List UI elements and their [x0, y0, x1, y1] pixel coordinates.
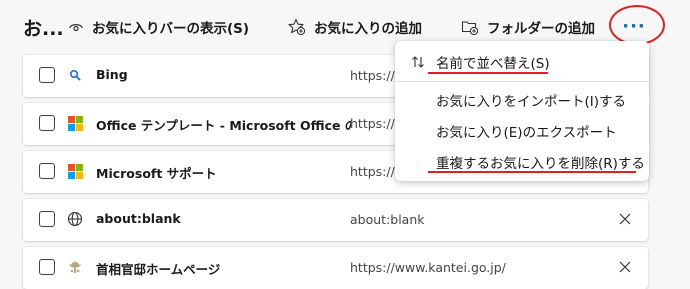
more-options-menu: 名前で並べ替え(S) お気に入りをインポート(I)する お気に入り(E)のエクス…	[395, 41, 649, 181]
row-checkbox[interactable]	[39, 211, 55, 227]
row-checkbox[interactable]	[39, 259, 55, 275]
page-title: お...	[23, 18, 64, 40]
add-favorite-button[interactable]: お気に入りの追加	[288, 15, 422, 39]
favorite-name: Bing	[96, 67, 128, 82]
row-checkbox[interactable]	[39, 163, 55, 179]
favorite-row-kantei[interactable]: 首相官邸ホームページ https://www.kantei.go.jp/	[23, 247, 648, 289]
menu-divider	[395, 81, 649, 82]
globe-icon	[67, 211, 83, 227]
annotation-underline	[428, 171, 636, 173]
close-icon[interactable]	[617, 259, 633, 275]
row-checkbox[interactable]	[39, 115, 55, 131]
favorite-url: https://www.kantei.go.jp/	[350, 260, 506, 275]
favorite-row-about-blank[interactable]: about:blank about:blank	[23, 199, 648, 241]
close-icon[interactable]	[617, 211, 633, 227]
favorite-name: 首相官邸ホームページ	[96, 262, 221, 277]
annotation-underline	[428, 72, 548, 74]
microsoft-logo-icon	[67, 163, 83, 179]
microsoft-logo-icon	[67, 115, 83, 131]
row-checkbox[interactable]	[39, 67, 55, 83]
add-folder-button[interactable]: フォルダーの追加	[461, 15, 595, 39]
favorite-name: Microsoft サポート	[96, 166, 217, 181]
show-favorites-bar-button[interactable]: お気に入りバーの表示(S)	[68, 15, 249, 39]
search-icon	[67, 67, 83, 83]
favorite-name: Office テンプレート - Microsoft Office のテ	[96, 118, 351, 133]
add-favorite-label: お気に入りの追加	[314, 21, 422, 37]
menu-item-label: お気に入りをインポート(I)する	[436, 94, 627, 110]
sort-arrows-icon	[412, 56, 424, 68]
favorite-url: https://s	[350, 164, 400, 179]
folder-add-icon	[461, 21, 479, 36]
menu-item-label: 名前で並べ替え(S)	[436, 56, 550, 72]
menu-item-import[interactable]: お気に入りをインポート(I)する	[395, 83, 649, 117]
menu-item-export[interactable]: お気に入り(E)のエクスポート	[395, 114, 649, 148]
add-folder-label: フォルダーの追加	[487, 21, 595, 37]
more-options-button[interactable]: ···	[618, 12, 650, 40]
favorite-url: https://w	[350, 68, 400, 83]
show-favorites-bar-label: お気に入りバーの表示(S)	[92, 21, 250, 37]
menu-item-label: 重複するお気に入りを削除(R)する	[436, 156, 645, 172]
kantei-logo-icon	[67, 259, 83, 275]
menu-item-remove-duplicates[interactable]: 重複するお気に入りを削除(R)する	[395, 145, 649, 179]
star-add-icon	[288, 18, 306, 36]
favorite-url: about:blank	[350, 212, 425, 227]
favorite-url: https://w	[350, 116, 400, 131]
favorite-name: about:blank	[96, 211, 181, 226]
menu-item-label: お気に入り(E)のエクスポート	[436, 125, 617, 141]
eye-icon	[68, 24, 84, 32]
